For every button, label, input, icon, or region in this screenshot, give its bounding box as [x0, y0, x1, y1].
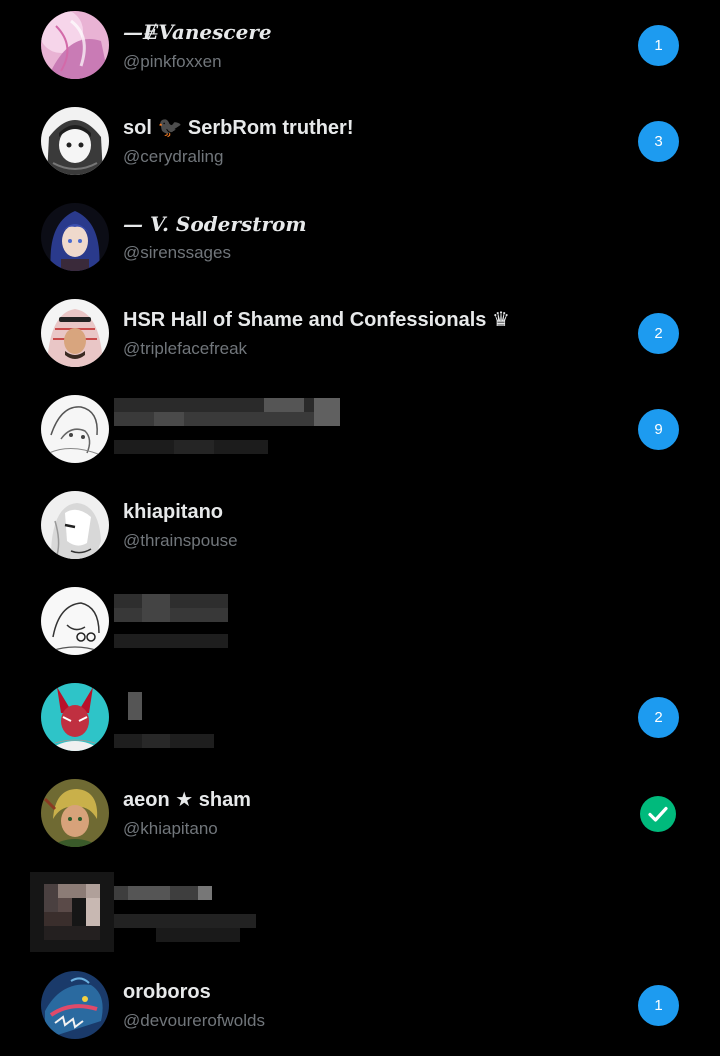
sketch-avatar[interactable] [41, 395, 109, 463]
conversation-row[interactable]: sol 🐦‍⬛ SerbRom truther! @cerydraling 3 [0, 96, 720, 192]
check-icon [640, 796, 676, 832]
blue-dragon-avatar[interactable] [41, 971, 109, 1039]
pink-anime-girl-avatar[interactable] [41, 11, 109, 79]
unread-count-badge: 1 [638, 985, 679, 1026]
conversation-row[interactable]: khiapitano @thrainspouse [0, 480, 720, 576]
conversation-name: —Ɇ̶Vanescere [123, 20, 272, 44]
conversation-list: —Ɇ̶Vanescere @pinkfoxxen 1 sol 🐦‍⬛ SerbR… [0, 0, 720, 1047]
conversation-row[interactable]: 9 [0, 384, 720, 480]
conversation-handle: @khiapitano [123, 819, 218, 838]
conversation-row[interactable]: aeon ★ sham @khiapitano [0, 768, 720, 864]
unread-count-badge: 2 [638, 313, 679, 354]
blond-warrior-avatar[interactable] [41, 779, 109, 847]
conversation-row[interactable] [0, 576, 720, 672]
conversation-name: HSR Hall of Shame and Confessionals ♛ [123, 309, 510, 331]
unread-count-badge: 3 [638, 121, 679, 162]
conversation-name: khiapitano [123, 501, 224, 523]
blue-hair-girl-avatar[interactable] [41, 203, 109, 271]
conversation-name: sol 🐦‍⬛ SerbRom truther! [123, 117, 354, 139]
red-mask-avatar[interactable] [41, 683, 109, 751]
unread-count-badge: 9 [638, 409, 679, 450]
white-hair-sketch-avatar[interactable] [41, 491, 109, 559]
manga-girl-avatar[interactable] [41, 107, 109, 175]
unread-count-badge: 2 [638, 697, 679, 738]
conversation-row[interactable]: oroboros @devourerofwolds 1 [0, 960, 720, 1056]
conversation-row[interactable]: 2 [0, 672, 720, 768]
conversation-handle: @thrainspouse [123, 531, 238, 550]
redacted-name-pixelation [114, 398, 340, 456]
conversation-handle: @triplefacefreak [123, 339, 248, 358]
conversation-row[interactable]: — V. Soderstrom @sirenssages [0, 192, 720, 288]
conversation-name: aeon ★ sham [123, 789, 251, 811]
conversation-handle: @sirenssages [123, 243, 231, 262]
redacted-avatar[interactable] [30, 872, 114, 952]
conversation-name: oroboros [123, 981, 211, 1003]
conversation-name: — V. Soderstrom [123, 212, 307, 236]
redacted-name-pixelation [114, 886, 256, 944]
conversation-row[interactable]: HSR Hall of Shame and Confessionals ♛ @t… [0, 288, 720, 384]
keffiyeh-man-avatar[interactable] [41, 299, 109, 367]
conversation-handle: @cerydraling [123, 147, 224, 166]
conversation-row[interactable] [0, 864, 720, 960]
conversation-handle: @pinkfoxxen [123, 52, 222, 71]
line-art-avatar[interactable] [41, 587, 109, 655]
redacted-name-pixelation [114, 594, 228, 652]
redacted-name-pixelation [114, 692, 214, 750]
unread-count-badge: 1 [638, 25, 679, 66]
conversation-handle: @devourerofwolds [123, 1011, 265, 1030]
conversation-row[interactable]: —Ɇ̶Vanescere @pinkfoxxen 1 [0, 0, 720, 96]
